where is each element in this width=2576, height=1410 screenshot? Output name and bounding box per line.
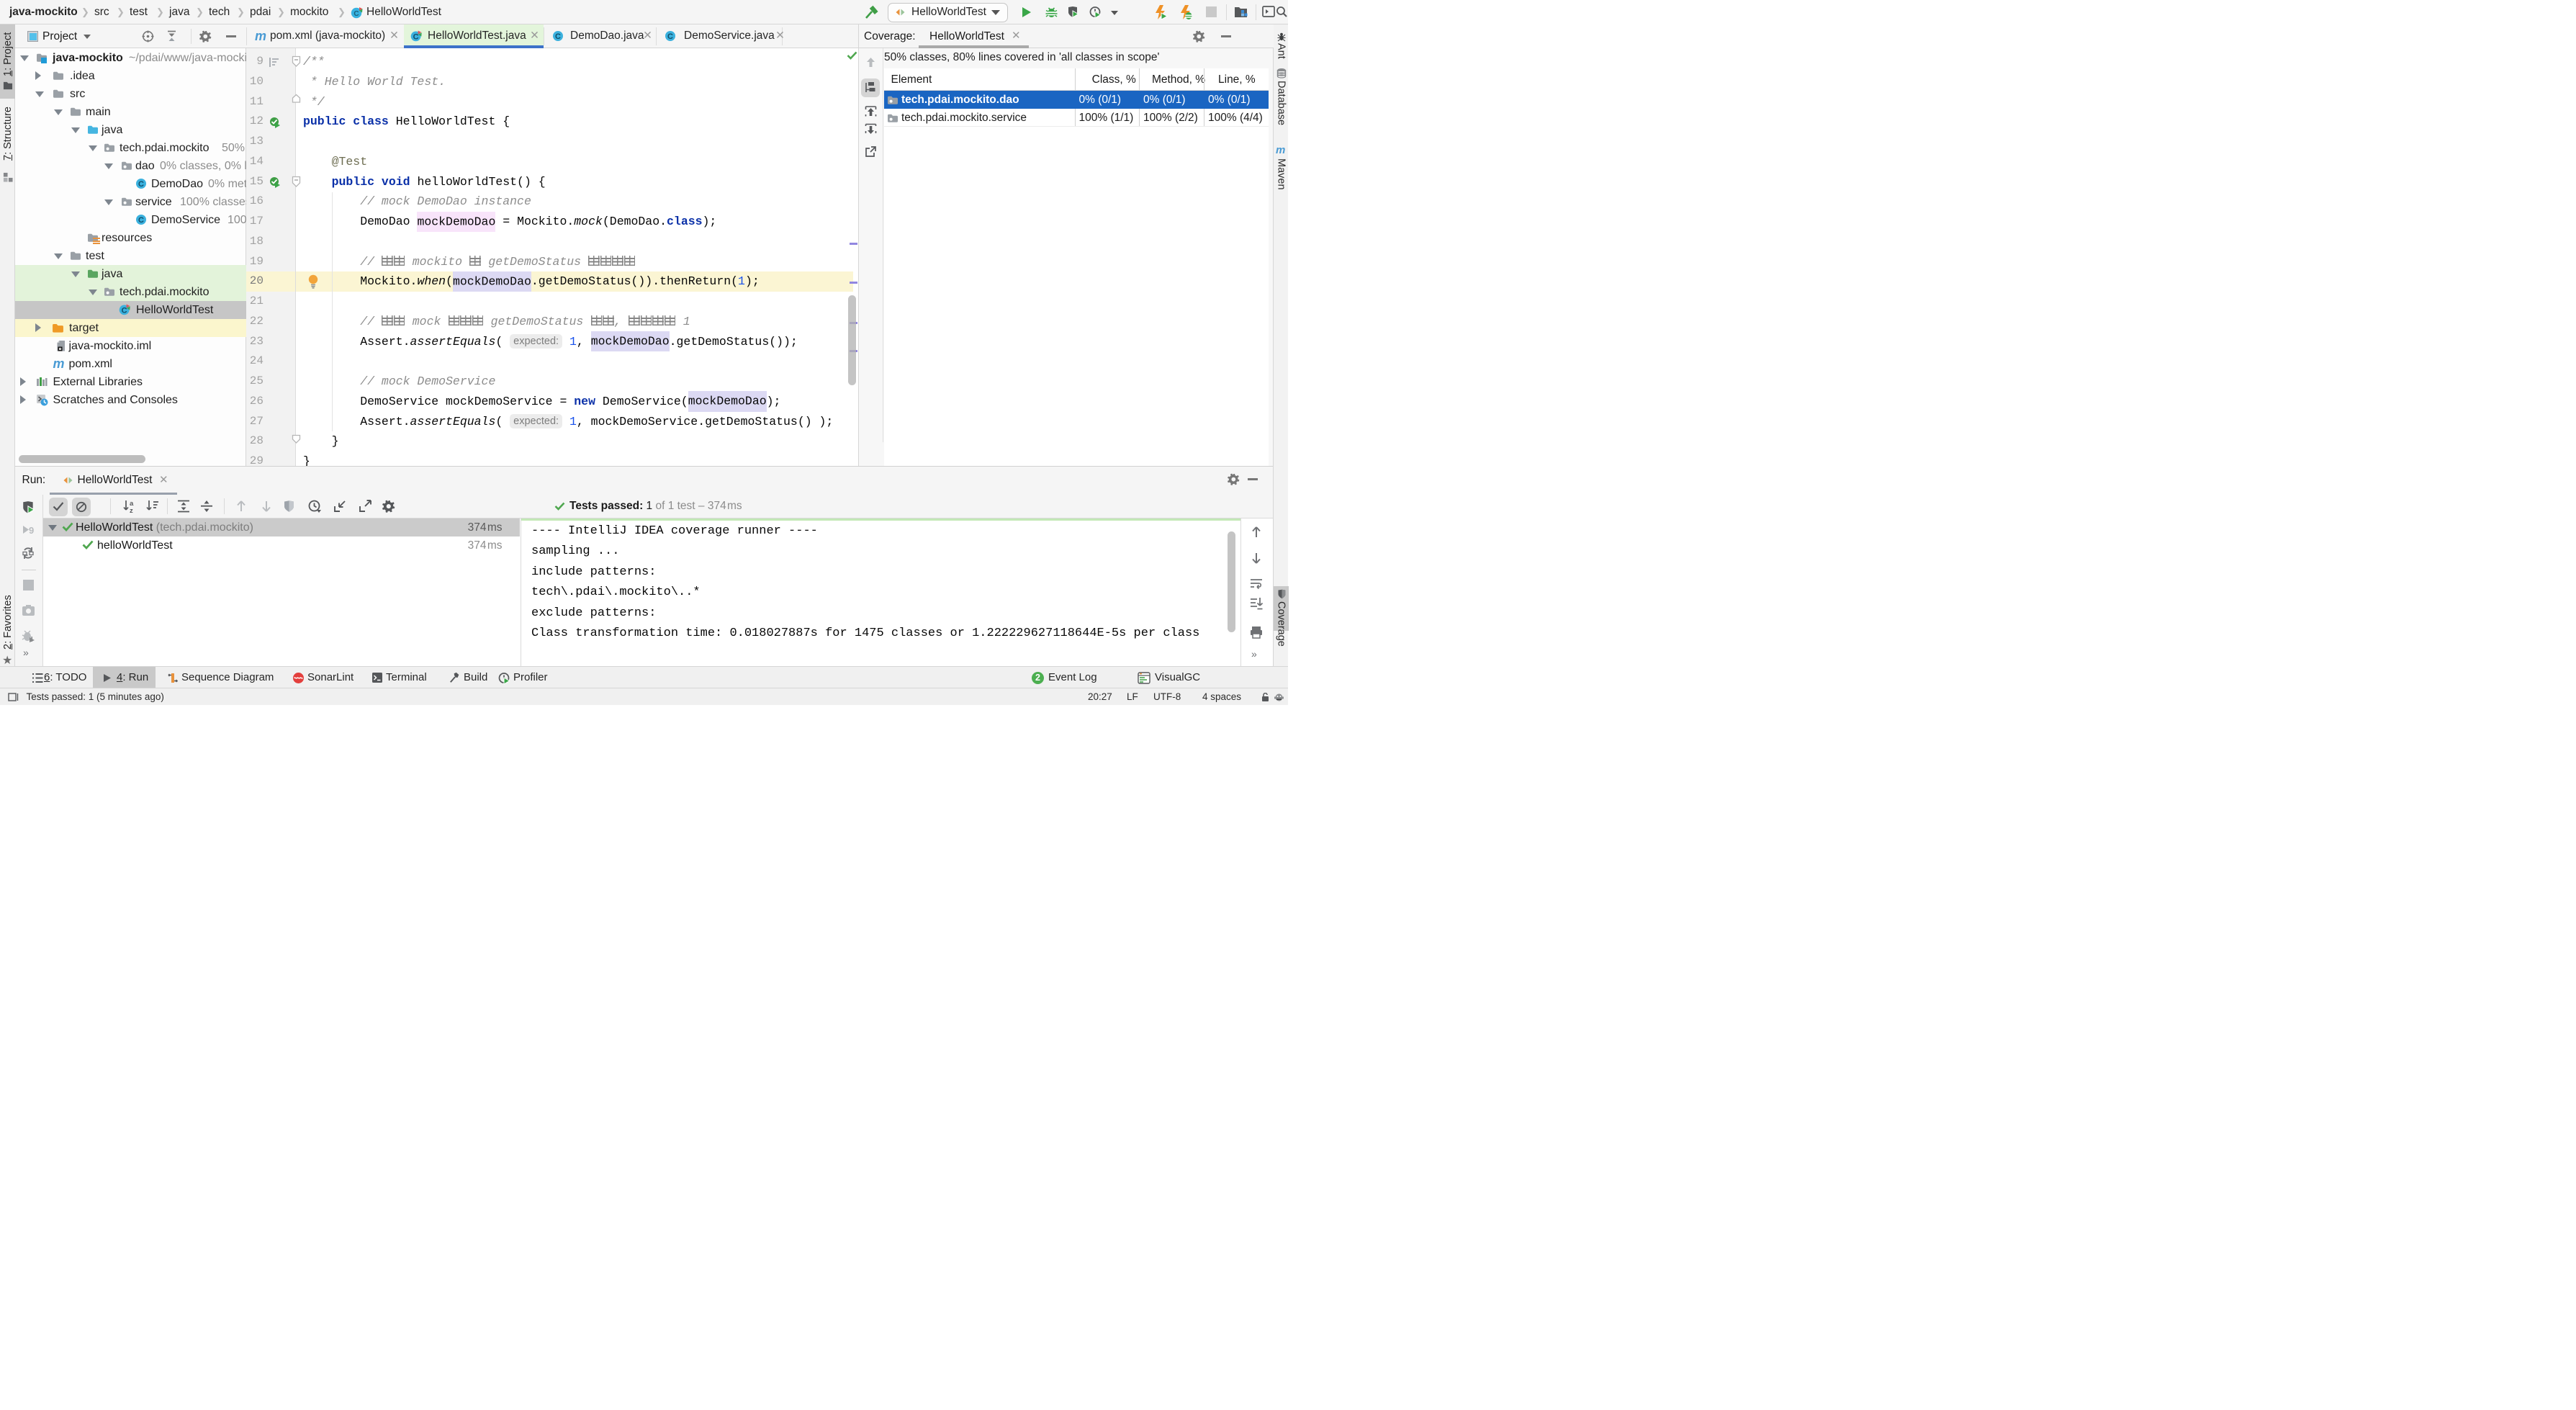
svg-text:z: z — [130, 507, 133, 513]
svg-text:9: 9 — [29, 525, 34, 536]
svg-text:C: C — [353, 10, 359, 18]
